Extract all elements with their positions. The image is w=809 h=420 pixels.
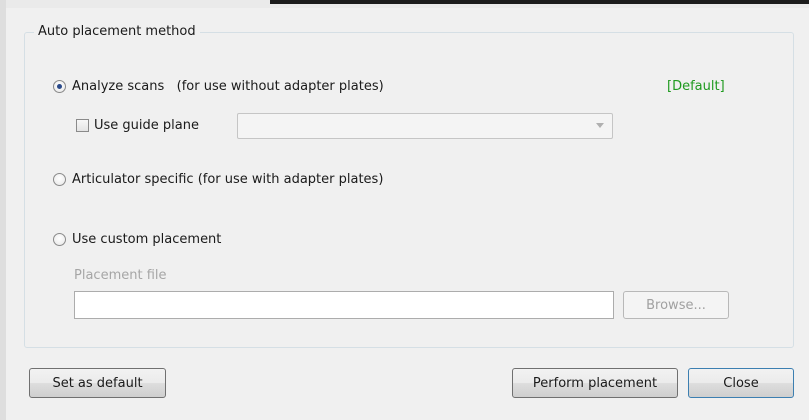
articulator-specific-option[interactable]: Articulator specific (for use with adapt… <box>53 172 383 187</box>
custom-placement-option[interactable]: Use custom placement <box>53 232 221 247</box>
custom-placement-label: Use custom placement <box>72 232 222 247</box>
chevron-down-icon[interactable] <box>596 123 604 128</box>
use-guide-plane-label: Use guide plane <box>94 118 199 133</box>
close-button[interactable]: Close <box>688 368 794 398</box>
placement-file-label: Placement file <box>74 268 167 283</box>
window-left-edge <box>0 0 6 420</box>
guide-plane-select[interactable] <box>237 113 613 139</box>
checkbox-icon[interactable] <box>76 119 89 132</box>
placement-file-input[interactable] <box>74 291 614 319</box>
set-as-default-button[interactable]: Set as default <box>29 368 166 398</box>
radio-button-icon[interactable] <box>53 233 66 246</box>
radio-button-icon[interactable] <box>53 80 66 93</box>
default-badge: [Default] <box>667 79 725 94</box>
auto-placement-dialog: Auto placement method Analyze scans (for… <box>0 0 809 420</box>
browse-button[interactable]: Browse... <box>623 291 729 319</box>
use-guide-plane-option[interactable]: Use guide plane <box>76 118 199 133</box>
window-title-bar-edge <box>270 0 809 4</box>
group-title: Auto placement method <box>34 24 200 39</box>
radio-button-icon[interactable] <box>53 173 66 186</box>
analyze-scans-option[interactable]: Analyze scans (for use without adapter p… <box>53 79 384 94</box>
articulator-specific-label: Articulator specific (for use with adapt… <box>72 172 384 187</box>
analyze-scans-label: Analyze scans (for use without adapter p… <box>72 79 384 94</box>
perform-placement-button[interactable]: Perform placement <box>512 368 678 398</box>
